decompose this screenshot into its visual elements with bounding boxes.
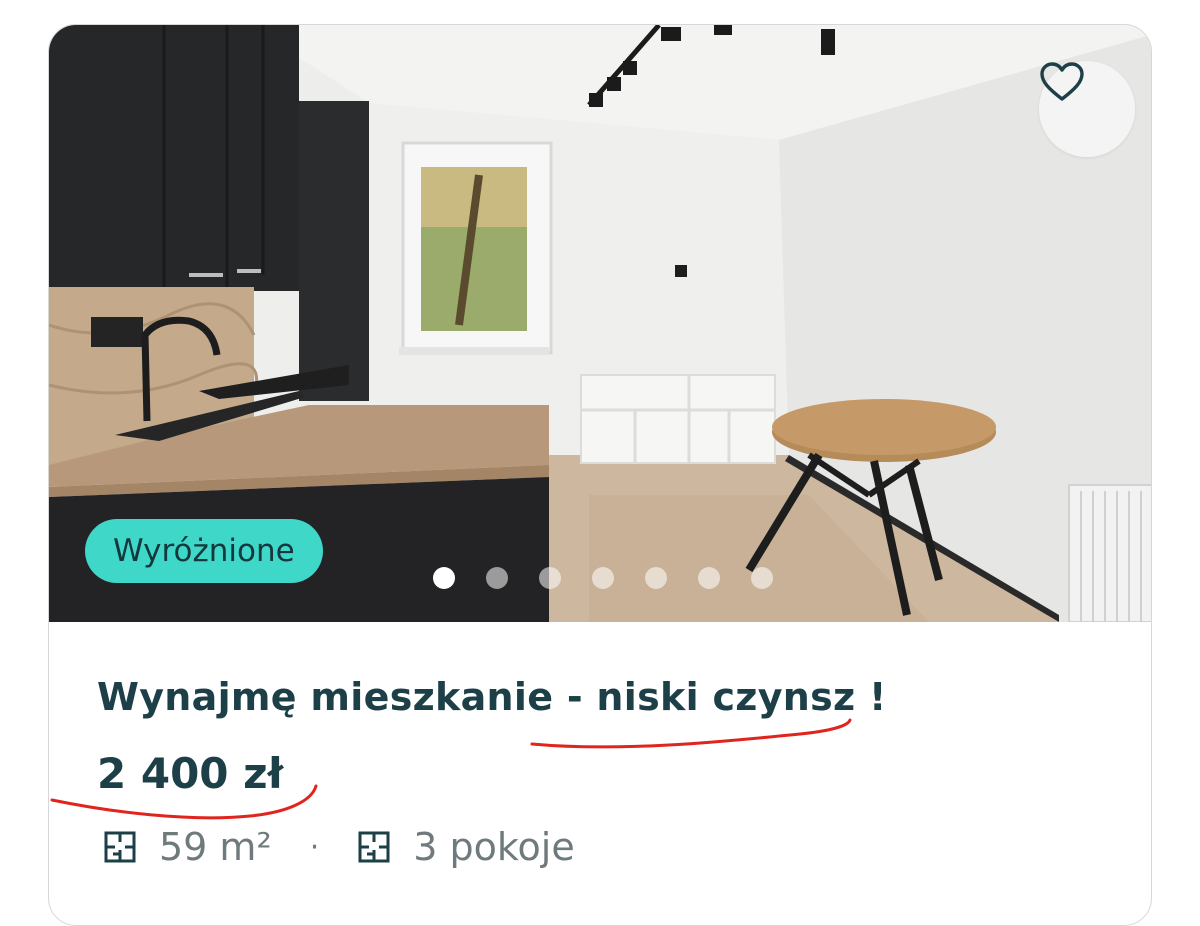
listing-card[interactable]: Wyróżnione Wynajmę mieszkanie - niski cz… (48, 24, 1152, 926)
floorplan-icon (104, 831, 136, 863)
listing-photo[interactable]: Wyróżnione (49, 25, 1151, 622)
fact-separator: · (309, 829, 320, 865)
favorite-button[interactable] (1039, 61, 1135, 157)
carousel-dot[interactable] (539, 567, 561, 589)
rooms-value: 3 pokoje (413, 825, 575, 869)
carousel-indicator (433, 567, 773, 589)
featured-badge: Wyróżnione (85, 519, 323, 583)
carousel-dot[interactable] (486, 567, 508, 589)
listing-facts: 59 m² · 3 pokoje (103, 825, 575, 869)
area-value: 59 m² (159, 825, 272, 869)
carousel-dot[interactable] (592, 567, 614, 589)
listing-price: 2 400 zł (97, 749, 284, 798)
heart-outline-icon (1040, 62, 1084, 101)
carousel-dot[interactable] (751, 567, 773, 589)
area-fact: 59 m² (103, 825, 272, 869)
carousel-dot[interactable] (433, 567, 455, 589)
floorplan-icon (358, 831, 390, 863)
carousel-dot[interactable] (645, 567, 667, 589)
carousel-dot[interactable] (698, 567, 720, 589)
listing-title[interactable]: Wynajmę mieszkanie - niski czynsz ! (97, 675, 887, 719)
rooms-fact: 3 pokoje (357, 825, 575, 869)
